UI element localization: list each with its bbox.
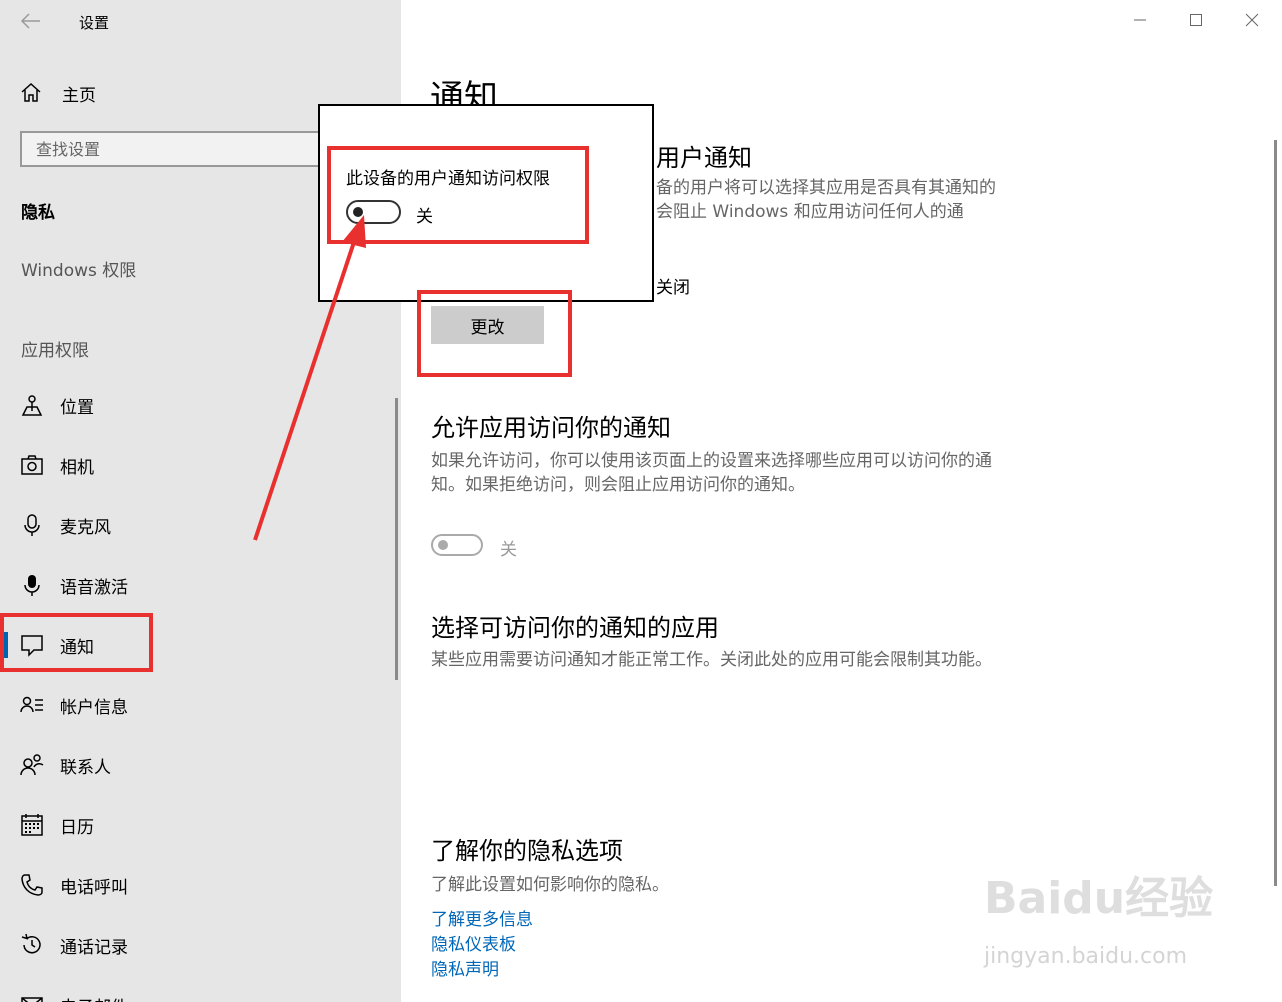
baidu-watermark-url: jingyan.baidu.com: [984, 944, 1188, 969]
annotation-arrow: [253, 215, 366, 541]
baidu-watermark-logo: Baidu经验: [984, 873, 1214, 924]
